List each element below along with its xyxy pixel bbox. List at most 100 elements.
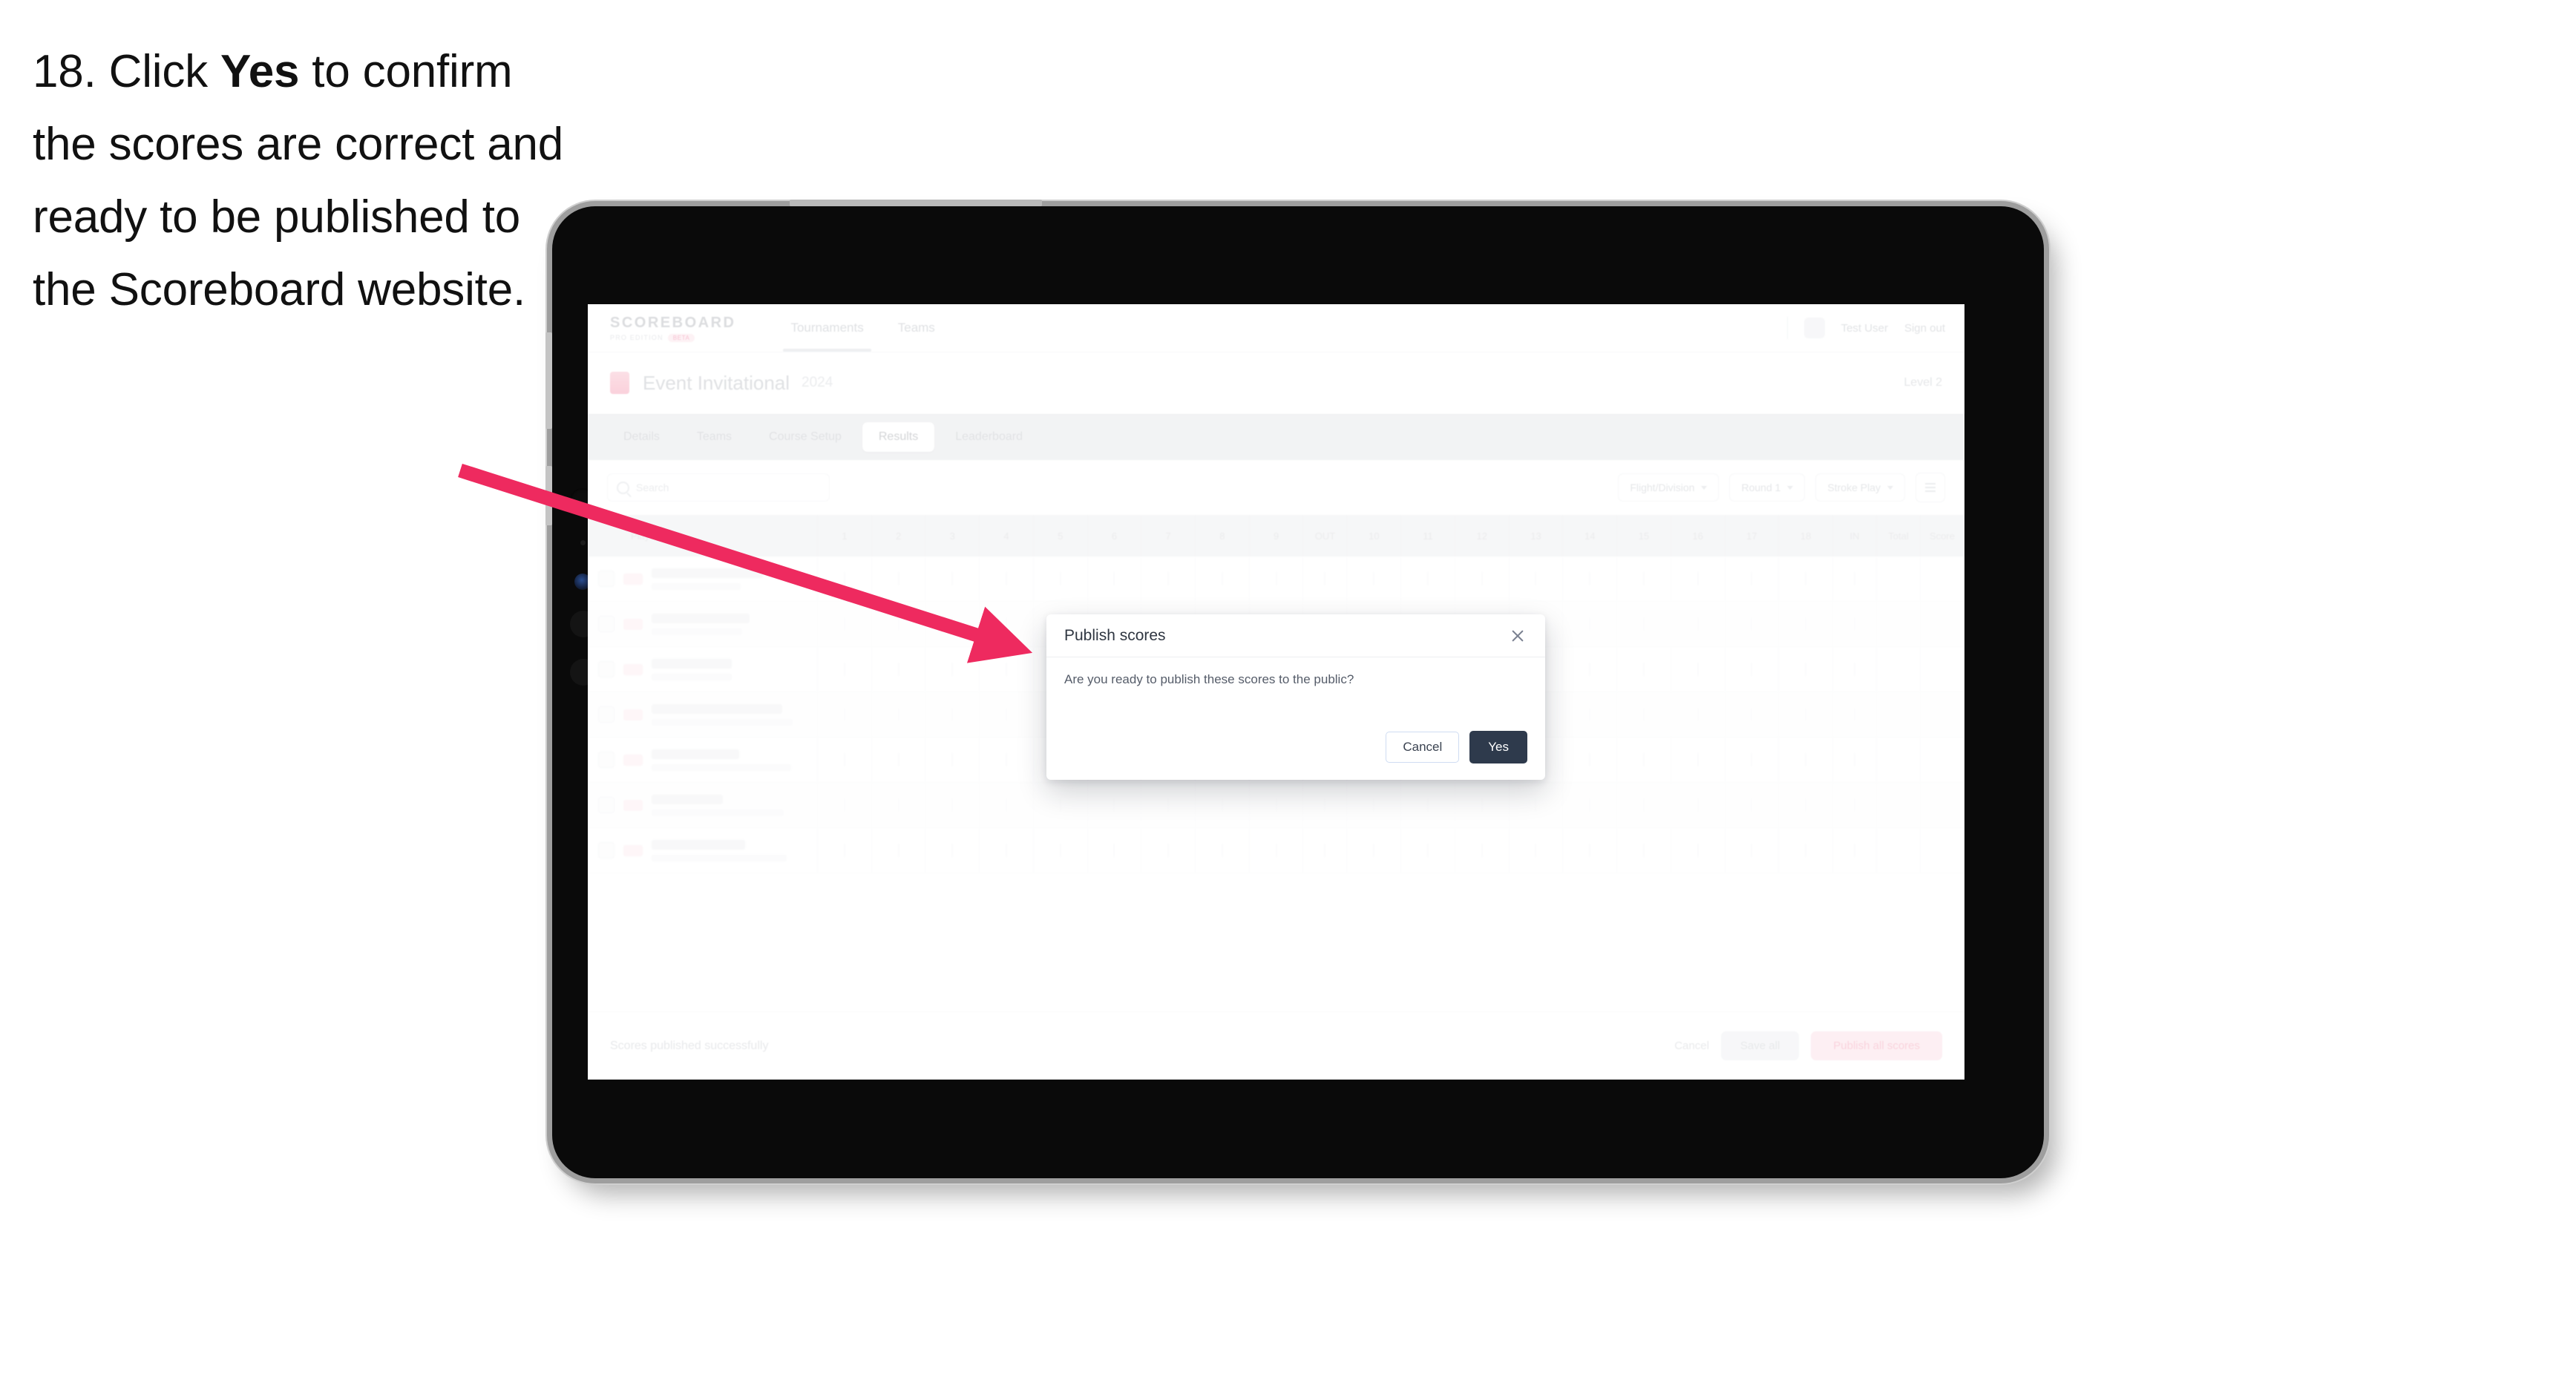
tab-details[interactable]: Details <box>607 422 676 452</box>
table-cell-hole-4[interactable] <box>979 827 1034 873</box>
table-cell-hole-6[interactable] <box>1087 827 1142 873</box>
table-cell-hole-16[interactable] <box>1671 692 1725 738</box>
table-cell-hole-11[interactable] <box>1400 782 1455 828</box>
table-cell-hole-14[interactable] <box>1562 737 1618 783</box>
table-cell-hole-10[interactable] <box>1346 827 1402 873</box>
table-cell-hole-15[interactable] <box>1616 556 1671 602</box>
device-volume-button[interactable] <box>545 332 552 429</box>
table-cell-hole-12[interactable] <box>1455 827 1510 873</box>
tab-teams[interactable]: Teams <box>681 422 748 452</box>
table-cell-hole-18[interactable] <box>1778 782 1833 828</box>
table-cell-hole-9[interactable] <box>1249 556 1304 602</box>
table-cell-hole-14[interactable] <box>1562 646 1618 692</box>
table-cell-hole-8[interactable] <box>1195 556 1250 602</box>
tab-leaderboard[interactable]: Leaderboard <box>939 422 1039 452</box>
table-cell-hole-9[interactable] <box>1249 782 1304 828</box>
table-cell-hole-2[interactable] <box>871 737 926 783</box>
table-cell-hole-13[interactable] <box>1509 782 1564 828</box>
table-cell-hole-16[interactable] <box>1671 556 1725 602</box>
table-cell-hole-17[interactable] <box>1725 601 1780 647</box>
table-cell-hole-16[interactable] <box>1671 827 1725 873</box>
table-cell-hole-17[interactable] <box>1725 556 1780 602</box>
table-cell-hole-1[interactable] <box>817 556 872 602</box>
filter-format[interactable]: Stroke Play <box>1815 473 1905 502</box>
table-cell-hole-15[interactable] <box>1616 601 1671 647</box>
user-name-label[interactable]: Test User <box>1841 322 1888 335</box>
nav-item-teams[interactable]: Teams <box>898 321 935 335</box>
table-cell-hole-10[interactable] <box>1346 556 1402 602</box>
filter-flight-division[interactable]: Flight/Division <box>1618 473 1720 502</box>
table-cell-hole-18[interactable] <box>1778 827 1833 873</box>
table-cell-hole-6[interactable] <box>1087 556 1142 602</box>
table-cell-hole-15[interactable] <box>1616 692 1671 738</box>
table-cell-hole-15[interactable] <box>1616 782 1671 828</box>
tab-results[interactable]: Results <box>862 422 935 452</box>
table-cell-hole-3[interactable] <box>925 556 980 602</box>
table-cell-hole-1[interactable] <box>817 782 872 828</box>
table-cell-hole-2[interactable] <box>871 556 926 602</box>
list-view-icon[interactable] <box>1915 473 1945 502</box>
avatar[interactable] <box>1803 318 1825 338</box>
table-cell-hole-14[interactable] <box>1562 782 1618 828</box>
table-cell-hole-1[interactable] <box>817 827 872 873</box>
table-cell-hole-8[interactable] <box>1195 827 1250 873</box>
table-cell-hole-14[interactable] <box>1562 601 1618 647</box>
table-cell-hole-3[interactable] <box>925 782 980 828</box>
filter-round[interactable]: Round 1 <box>1729 473 1806 502</box>
table-cell-hole-13[interactable] <box>1509 827 1564 873</box>
table-cell-hole-18[interactable] <box>1778 556 1833 602</box>
table-cell-hole-14[interactable] <box>1562 692 1618 738</box>
table-cell-hole-7[interactable] <box>1141 827 1196 873</box>
sign-out-link[interactable]: Sign out <box>1904 322 1945 335</box>
table-cell-hole-5[interactable] <box>1033 827 1088 873</box>
row-checkbox[interactable] <box>598 616 614 632</box>
table-cell-hole-9[interactable] <box>1249 827 1304 873</box>
table-cell-hole-18[interactable] <box>1778 737 1833 783</box>
table-cell-hole-17[interactable] <box>1725 737 1780 783</box>
table-cell-hole-12[interactable] <box>1455 556 1510 602</box>
dialog-yes-button[interactable]: Yes <box>1469 731 1527 763</box>
table-cell-hole-16[interactable] <box>1671 737 1725 783</box>
table-cell-hole-1[interactable] <box>817 646 872 692</box>
table-cell-hole-7[interactable] <box>1141 556 1196 602</box>
table-cell-hole-3[interactable] <box>925 692 980 738</box>
table-cell-hole-2[interactable] <box>871 782 926 828</box>
table-cell-hole-15[interactable] <box>1616 827 1671 873</box>
table-cell-hole-18[interactable] <box>1778 646 1833 692</box>
device-power-button[interactable] <box>545 466 552 525</box>
table-cell-hole-16[interactable] <box>1671 782 1725 828</box>
table-cell-hole-4[interactable] <box>979 782 1034 828</box>
dialog-cancel-button[interactable]: Cancel <box>1386 732 1460 763</box>
table-cell-hole-18[interactable] <box>1778 601 1833 647</box>
table-cell-hole-2[interactable] <box>871 646 926 692</box>
row-checkbox[interactable] <box>598 797 614 813</box>
table-cell-hole-2[interactable] <box>871 601 926 647</box>
table-cell-hole-4[interactable] <box>979 556 1034 602</box>
table-cell-hole-18[interactable] <box>1778 692 1833 738</box>
tab-course-setup[interactable]: Course Setup <box>753 422 858 452</box>
table-cell-hole-1[interactable] <box>817 692 872 738</box>
table-cell-hole-11[interactable] <box>1400 556 1455 602</box>
table-cell-hole-17[interactable] <box>1725 692 1780 738</box>
cancel-button[interactable]: Cancel <box>1674 1040 1709 1052</box>
row-checkbox[interactable] <box>598 571 614 587</box>
row-checkbox[interactable] <box>598 752 614 768</box>
table-cell-hole-6[interactable] <box>1087 782 1142 828</box>
table-row[interactable] <box>588 827 1964 873</box>
table-cell-hole-4[interactable] <box>979 601 1034 647</box>
table-cell-hole-3[interactable] <box>925 827 980 873</box>
table-cell-hole-1[interactable] <box>817 601 872 647</box>
table-row[interactable] <box>588 556 1964 602</box>
table-cell-hole-3[interactable] <box>925 601 980 647</box>
table-cell-hole-8[interactable] <box>1195 782 1250 828</box>
table-cell-hole-13[interactable] <box>1509 556 1564 602</box>
table-cell-hole-3[interactable] <box>925 646 980 692</box>
table-cell-hole-16[interactable] <box>1671 646 1725 692</box>
table-cell-hole-2[interactable] <box>871 692 926 738</box>
app-logo[interactable]: SCOREBOARD PRO EDITION BETA <box>610 315 735 342</box>
table-cell-hole-17[interactable] <box>1725 782 1780 828</box>
save-all-button[interactable]: Save all <box>1720 1031 1800 1060</box>
table-cell-hole-10[interactable] <box>1346 782 1402 828</box>
table-cell-hole-17[interactable] <box>1725 827 1780 873</box>
table-cell-hole-11[interactable] <box>1400 827 1455 873</box>
